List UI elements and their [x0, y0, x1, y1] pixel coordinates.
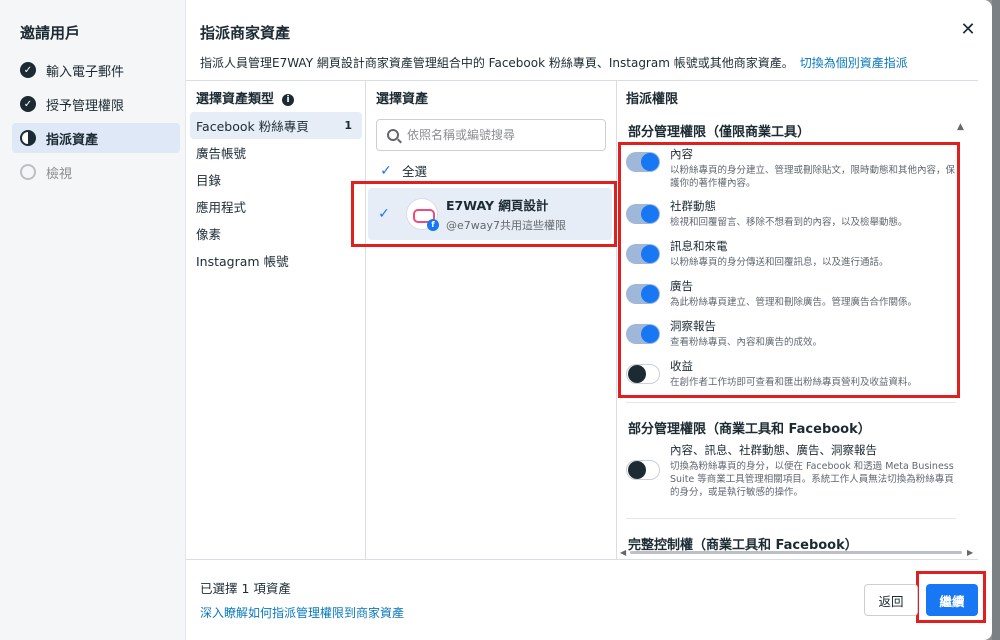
horizontal-scrollbar[interactable]	[630, 551, 962, 554]
step-label: 授予管理權限	[46, 98, 125, 114]
column-divider	[616, 80, 617, 560]
asset-types-list: Facebook 粉絲專頁 1 廣告帳號 目錄 應用程式 像素 Instagra…	[190, 112, 362, 274]
section-divider	[626, 402, 956, 403]
info-icon[interactable]: i	[282, 94, 295, 106]
asset-type-label: 目錄	[196, 173, 222, 188]
step-review: 檢視	[12, 157, 180, 187]
step-label: 指派資產	[46, 132, 99, 148]
asset-type-ad-account[interactable]: 廣告帳號	[190, 139, 362, 166]
permission-name: 內容、訊息、社群動態、廣告、洞察報告	[670, 443, 877, 457]
steps-sidebar: 邀請用戶 ✓ 輸入電子郵件 ✓ 授予管理權限 指派資產 檢視	[0, 0, 186, 640]
step-assign-assets[interactable]: 指派資產	[12, 123, 180, 153]
search-icon	[387, 129, 399, 141]
description-text: 指派人員管理E7WAY 網頁設計商家資產管理組合中的 Facebook 粉絲專頁…	[200, 56, 794, 70]
partial-fb-access-heading: 部分管理權限（商業工具和 Facebook）	[628, 422, 871, 437]
asset-type-label: 應用程式	[196, 200, 247, 215]
asset-type-label: 像素	[196, 227, 222, 242]
asset-type-label: 廣告帳號	[196, 146, 247, 161]
step-label: 輸入電子郵件	[46, 64, 125, 80]
checkmark-icon: ✓	[20, 96, 36, 112]
dialog-title: 指派商家資產	[200, 24, 291, 42]
highlight-asset-box	[351, 181, 617, 247]
asset-search-box	[376, 119, 606, 151]
close-icon[interactable]: ✕	[958, 20, 978, 40]
asset-type-facebook-page[interactable]: Facebook 粉絲專頁 1	[190, 112, 362, 139]
step-label: 檢視	[46, 166, 73, 182]
permissions-header: 指派權限	[626, 92, 679, 107]
learn-more-link[interactable]: 深入瞭解如何指派管理權限到商家資產	[200, 604, 404, 621]
checkmark-icon: ✓	[20, 62, 36, 78]
half-circle-icon	[20, 130, 36, 146]
permission-partial-fb: 內容、訊息、社群動態、廣告、洞察報告切換為粉絲專頁的身分，以便在 Faceboo…	[626, 442, 956, 499]
steps-title: 邀請用戶	[20, 24, 81, 42]
step-grant-permissions[interactable]: ✓ 授予管理權限	[12, 89, 180, 119]
select-all-label: 全選	[402, 164, 428, 179]
permission-desc: 切換為粉絲專頁的身分，以便在 Facebook 和透過 Meta Busines…	[670, 461, 954, 498]
partial-fb-toggle[interactable]	[626, 460, 660, 480]
switch-individual-assign-link[interactable]: 切換為個別資產指派	[800, 56, 908, 70]
asset-type-label: Instagram 帳號	[196, 254, 289, 269]
asset-type-app[interactable]: 應用程式	[190, 193, 362, 220]
asset-type-instagram[interactable]: Instagram 帳號	[190, 247, 362, 274]
section-divider	[626, 518, 956, 519]
back-button[interactable]: 返回	[864, 584, 918, 616]
continue-button[interactable]: 繼續	[926, 584, 978, 616]
asset-type-catalog[interactable]: 目錄	[190, 166, 362, 193]
highlight-permissions-box	[618, 142, 960, 398]
dialog-description: 指派人員管理E7WAY 網頁設計商家資產管理組合中的 Facebook 粉絲專頁…	[200, 54, 908, 71]
partial-access-heading: 部分管理權限（僅限商業工具）	[628, 125, 811, 140]
step-enter-email[interactable]: ✓ 輸入電子郵件	[12, 55, 180, 85]
background-page-edge	[992, 0, 1000, 640]
asset-type-count: 1	[344, 119, 352, 132]
selected-count: 已選擇 1 項資產	[200, 581, 291, 596]
checkmark-icon: ✓	[380, 162, 392, 179]
empty-circle-icon	[20, 164, 36, 180]
assign-assets-dialog: 邀請用戶 ✓ 輸入電子郵件 ✓ 授予管理權限 指派資產 檢視 指派商家資產 ✕ …	[0, 0, 992, 640]
asset-types-header: 選擇資產類型 i	[196, 88, 295, 107]
asset-type-pixel[interactable]: 像素	[190, 220, 362, 247]
select-assets-header: 選擇資產	[376, 92, 429, 107]
select-all-checkbox[interactable]: ✓ 全選	[378, 161, 427, 180]
scroll-right-arrow-icon[interactable]: ▶	[967, 548, 973, 557]
column-divider	[365, 80, 366, 560]
asset-types-header-label: 選擇資產類型	[196, 92, 275, 107]
scroll-left-arrow-icon[interactable]: ◀	[620, 548, 626, 557]
full-control-heading: 完整控制權（商業工具和 Facebook）	[628, 538, 858, 552]
asset-search-input[interactable]	[407, 128, 587, 142]
asset-type-label: Facebook 粉絲專頁	[196, 119, 309, 134]
